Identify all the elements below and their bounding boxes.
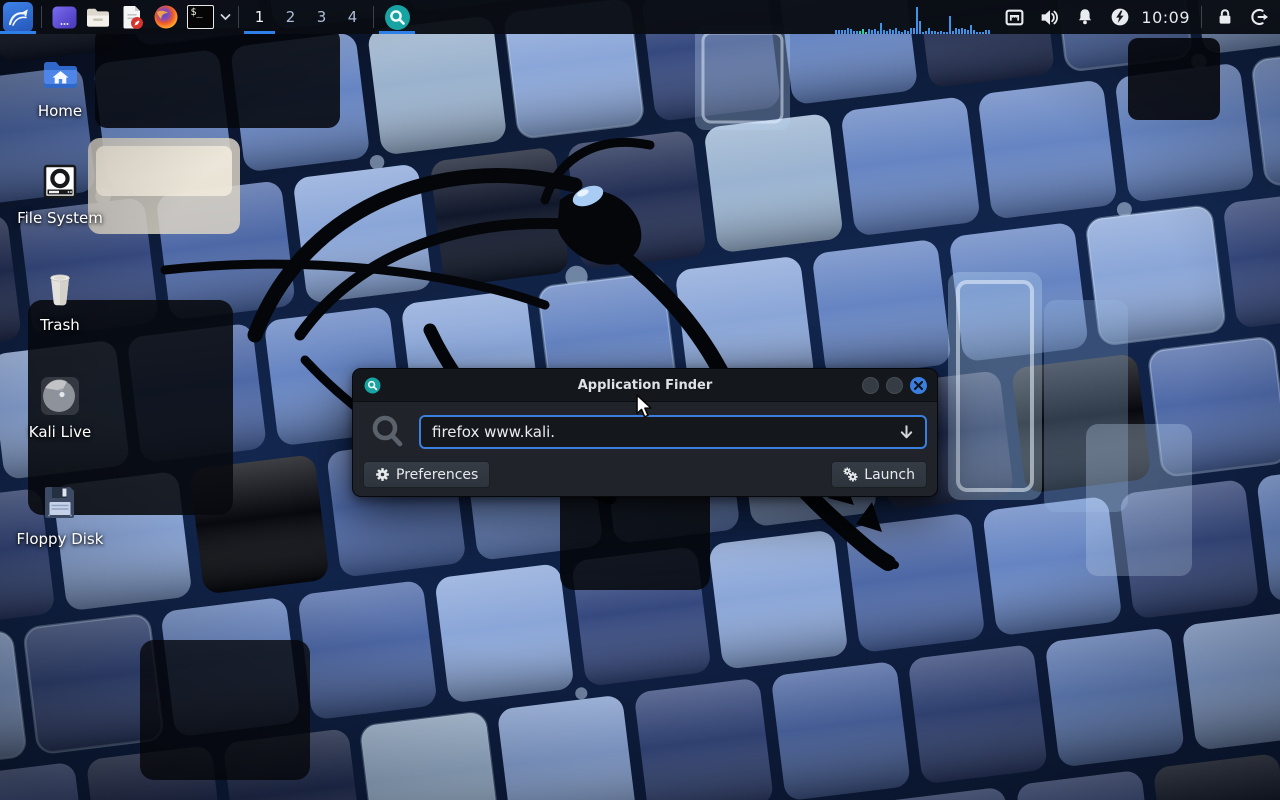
preferences-button[interactable]: Preferences [363, 461, 490, 488]
finder-body: Preferences Launch [353, 402, 937, 497]
desktop-icon-label: Kali Live [29, 423, 92, 441]
floppy-disk-icon [38, 481, 82, 525]
gear-icon [375, 467, 390, 482]
workspace-3-label: 3 [317, 8, 327, 26]
desktop-icon-home[interactable]: Home [5, 52, 115, 120]
application-finder-window-icon [364, 377, 381, 394]
workspace-2[interactable]: 2 [275, 0, 306, 34]
desktop-icon-label: Trash [40, 316, 80, 334]
firefox-icon [152, 3, 180, 31]
power-manager-tray-button[interactable] [1109, 7, 1130, 28]
launch-label: Launch [864, 467, 915, 483]
volume-icon [1039, 7, 1060, 28]
hard-drive-icon [38, 160, 82, 204]
desktop-icon-file-system[interactable]: File System [5, 159, 115, 227]
launch-run-icon [843, 467, 858, 482]
search-icon [368, 412, 408, 452]
desktop-icon-label: Floppy Disk [17, 530, 104, 548]
network-tray-button[interactable] [1004, 7, 1025, 28]
bell-icon [1075, 7, 1095, 27]
applications-menu-button[interactable] [0, 0, 36, 34]
titlebar[interactable]: Application Finder [353, 369, 937, 402]
system-tray: 10:09 [835, 0, 1280, 34]
terminal-icon: $_ [187, 5, 214, 29]
text-editor-icon [118, 3, 146, 31]
volume-tray-button[interactable] [1039, 7, 1060, 28]
notifications-tray-button[interactable] [1074, 7, 1095, 28]
lock-screen-button[interactable] [1214, 7, 1235, 28]
panel-separator [41, 6, 42, 28]
chevron-down-icon [220, 13, 231, 21]
workspace-1[interactable]: 1 [244, 0, 275, 34]
kali-menu-icon [5, 4, 31, 30]
workspace-4-label: 4 [348, 8, 358, 26]
firefox-launcher[interactable] [149, 0, 183, 34]
launcher-dropdown-chevron[interactable] [217, 0, 233, 34]
application-finder-window: Application Finder [352, 368, 938, 497]
application-finder-icon [384, 4, 411, 31]
home-folder-icon [38, 53, 82, 97]
desktop-icon-label: Home [38, 102, 82, 120]
taskbar-application-finder-button[interactable] [379, 0, 415, 34]
maximize-button[interactable] [886, 377, 903, 394]
close-button[interactable] [910, 377, 927, 394]
desktop-icon-floppy-disk[interactable]: Floppy Disk [5, 480, 115, 548]
workspace-2-label: 2 [286, 8, 296, 26]
text-editor-launcher[interactable] [115, 0, 149, 34]
optical-disc-icon [37, 373, 83, 419]
close-icon [914, 381, 923, 390]
logout-icon [1250, 7, 1270, 27]
file-manager-icon [84, 3, 112, 31]
clock[interactable]: 10:09 [1141, 8, 1190, 27]
logout-button[interactable] [1249, 7, 1270, 28]
file-manager-launcher[interactable] [81, 0, 115, 34]
preferences-label: Preferences [396, 467, 478, 483]
top-panel: $_ 1 2 3 4 [0, 0, 1280, 34]
workspace-4[interactable]: 4 [337, 0, 368, 34]
panel-separator [373, 6, 374, 28]
power-icon [1110, 7, 1130, 27]
trash-icon [38, 267, 82, 311]
app-window-launcher[interactable] [47, 0, 81, 34]
desktop-icon-kali-live[interactable]: Kali Live [5, 373, 115, 441]
window-title: Application Finder [353, 378, 937, 393]
network-icon [1004, 7, 1025, 28]
app-window-icon [51, 4, 78, 31]
launch-button[interactable]: Launch [831, 461, 927, 488]
lock-icon [1215, 7, 1235, 27]
workspace-3[interactable]: 3 [306, 0, 337, 34]
panel-separator [1201, 6, 1202, 28]
workspace-1-label: 1 [255, 8, 265, 26]
desktop-screen: $_ 1 2 3 4 [0, 0, 1280, 800]
panel-separator [238, 6, 239, 28]
search-input[interactable] [419, 415, 927, 449]
cpu-graph[interactable] [835, 0, 993, 34]
desktop-icon-trash[interactable]: Trash [5, 266, 115, 334]
terminal-launcher[interactable]: $_ [183, 0, 217, 34]
desktop-icon-label: File System [17, 209, 103, 227]
minimize-button[interactable] [862, 377, 879, 394]
